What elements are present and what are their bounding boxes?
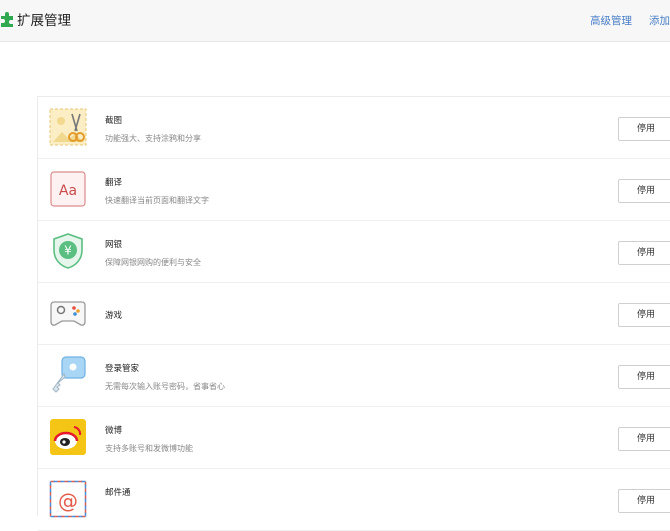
disable-button[interactable]: 停用 (618, 241, 670, 265)
puzzle-logo-icon (1, 12, 13, 27)
extension-name: 邮件通 (105, 488, 131, 498)
bank-shield-icon: ¥ (53, 233, 83, 269)
advanced-management-link[interactable]: 高级管理 (590, 13, 632, 28)
extension-name: 微博 (105, 426, 123, 436)
weibo-icon (50, 419, 86, 455)
add-extension-link[interactable]: 添加 (649, 13, 670, 28)
extension-description: 快速翻译当前页面和翻译文字 (105, 196, 209, 205)
extension-description: 保障网银网购的便利与安全 (105, 258, 201, 267)
disable-button[interactable]: 停用 (618, 117, 670, 141)
extension-row-mail: @ 邮件通 停用 (38, 469, 670, 531)
page-title: 扩展管理 (17, 13, 71, 29)
disable-button[interactable]: 停用 (618, 427, 670, 451)
extension-name: 登录管家 (105, 364, 140, 374)
extension-description: 支持多账号和发微博功能 (105, 444, 193, 453)
disable-button[interactable]: 停用 (618, 489, 670, 513)
gamepad-icon (50, 301, 86, 326)
disable-button[interactable]: 停用 (618, 179, 670, 203)
svg-text:@: @ (58, 489, 78, 513)
extension-name: 游戏 (105, 311, 123, 321)
extension-name: 截图 (105, 116, 123, 126)
extension-row-login-manager: 登录管家 无需每次输入账号密码，省事省心 停用 (38, 345, 670, 407)
translate-icon: Aa (50, 171, 86, 207)
disable-button[interactable]: 停用 (618, 365, 670, 389)
extension-name: 翻译 (105, 178, 123, 188)
extension-row-bank: ¥ 网银 保障网银网购的便利与安全 停用 (38, 221, 670, 283)
mail-icon: @ (49, 480, 87, 518)
disable-button[interactable]: 停用 (618, 303, 670, 327)
screenshot-icon (49, 108, 87, 146)
extension-row-weibo: 微博 支持多账号和发微博功能 停用 (38, 407, 670, 469)
extension-row-translate: Aa 翻译 快速翻译当前页面和翻译文字 停用 (38, 159, 670, 221)
svg-text:Aa: Aa (59, 183, 77, 199)
extension-description: 功能强大、支持涂鸦和分享 (105, 134, 201, 143)
key-icon (52, 356, 86, 393)
top-header: 扩展管理 高级管理 添加 (0, 0, 670, 42)
svg-text:¥: ¥ (64, 244, 72, 258)
extension-list: 截图 功能强大、支持涂鸦和分享 停用 Aa 翻译 快速翻译当前页面和翻译文字 停… (37, 96, 670, 531)
extension-row-game: 游戏 停用 (38, 283, 670, 345)
extension-row-screenshot: 截图 功能强大、支持涂鸦和分享 停用 (38, 97, 670, 159)
extension-description: 无需每次输入账号密码，省事省心 (105, 382, 225, 391)
extension-name: 网银 (105, 240, 123, 250)
